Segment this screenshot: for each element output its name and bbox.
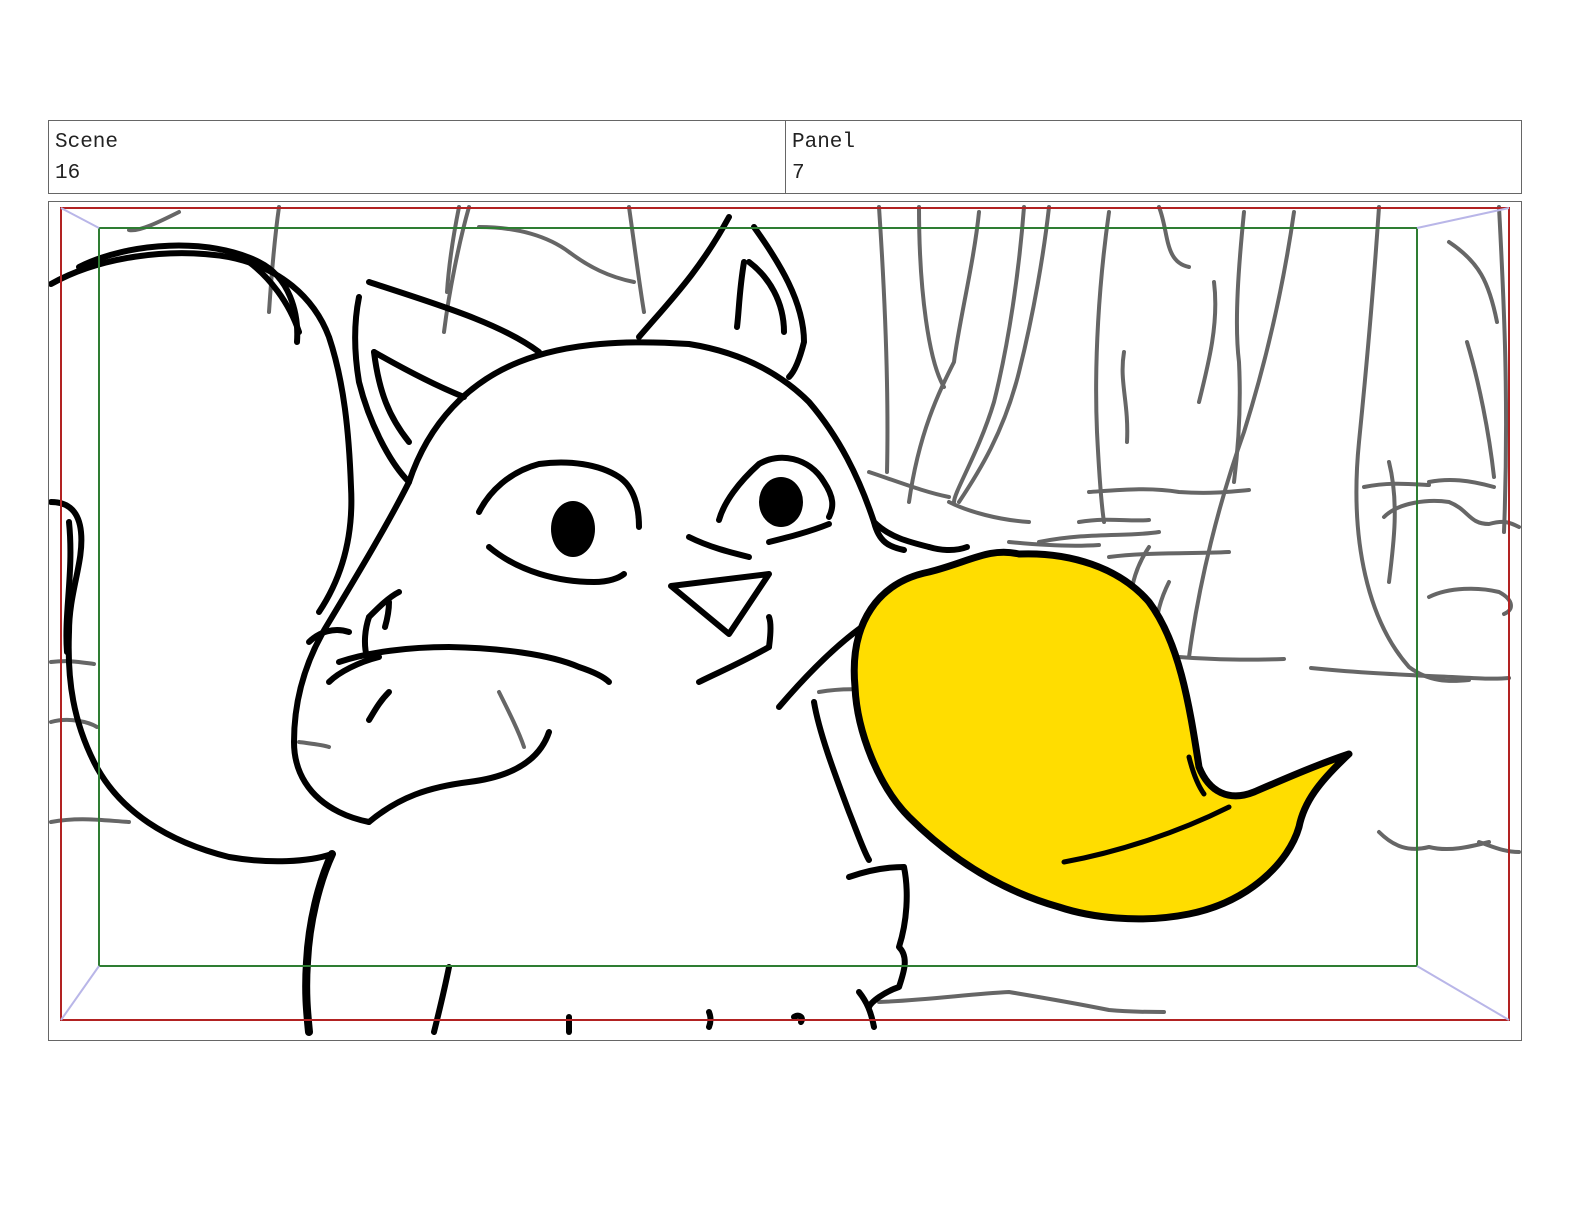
storyboard-frame [48,201,1522,1041]
fox-character [49,214,932,1036]
scene-label: Scene [55,131,119,154]
panel-label: Panel [792,131,856,154]
panel-cell: Panel 7 [786,121,1521,193]
storyboard-drawing [49,205,1521,1036]
yellow-bubble [850,548,1353,923]
scene-cell: Scene 16 [49,121,786,193]
panel-header: Scene 16 Panel 7 [48,120,1522,194]
scene-number: 16 [55,162,81,185]
panel-number: 7 [792,162,805,185]
